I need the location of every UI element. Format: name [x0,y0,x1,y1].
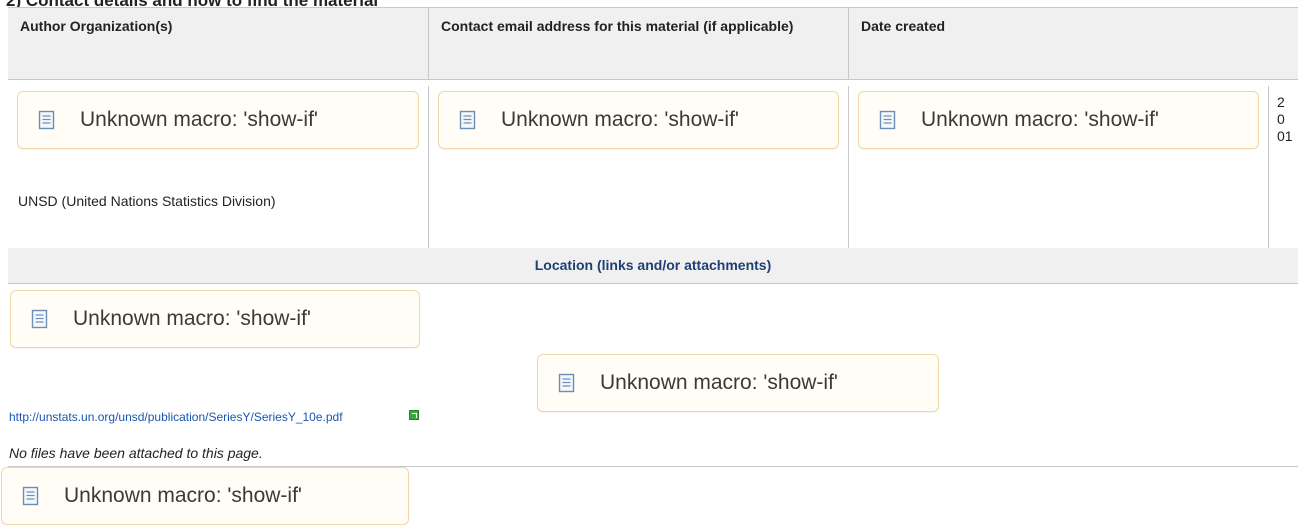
cell-contact-email: Unknown macro: 'show-if' [429,86,849,248]
unknown-macro-box: Unknown macro: 'show-if' [1,467,409,525]
unknown-macro-box: Unknown macro: 'show-if' [438,91,839,149]
publication-pdf-link[interactable]: http://unstats.un.org/unsd/publication/S… [9,410,343,424]
macro-scroll-icon [31,309,49,329]
unknown-macro-box: Unknown macro: 'show-if' [10,290,420,348]
macro-label: Unknown macro: 'show-if' [921,108,1159,131]
macro-scroll-icon [558,373,576,393]
macro-scroll-icon [879,110,897,130]
location-cell: Unknown macro: 'show-if' http://unstats.… [8,284,1298,467]
macro-label: Unknown macro: 'show-if' [80,108,318,131]
macro-label: Unknown macro: 'show-if' [501,108,739,131]
cell-date-created: Unknown macro: 'show-if' [849,86,1269,248]
header-contact-email: Contact email address for this material … [429,8,849,79]
date-fragment-line: 01 [1277,128,1293,144]
date-fragment-line: 0 [1277,111,1285,127]
macro-scroll-icon [459,110,477,130]
unknown-macro-box: Unknown macro: 'show-if' [17,91,419,149]
location-header-row: Location (links and/or attachments) [8,248,1298,284]
author-organization-value: UNSD (United Nations Statistics Division… [18,193,276,209]
date-fragment-line: 2 [1277,94,1285,110]
macro-label: Unknown macro: 'show-if' [64,484,302,507]
macro-label: Unknown macro: 'show-if' [73,307,311,330]
table-row: Unknown macro: 'show-if' UNSD (United Na… [8,86,1298,249]
external-link-icon[interactable] [409,410,419,420]
cell-date-fragment: 2 0 01 [1269,86,1298,248]
unknown-macro-box: Unknown macro: 'show-if' [858,91,1259,149]
table-header-row: Author Organization(s) Contact email add… [8,7,1298,80]
unknown-macro-box: Unknown macro: 'show-if' [537,354,939,412]
macro-scroll-icon [22,486,40,506]
macro-scroll-icon [38,110,56,130]
no-attachments-note: No files have been attached to this page… [9,445,263,461]
cell-author-organization: Unknown macro: 'show-if' UNSD (United Na… [8,86,429,248]
header-date-created: Date created [861,18,946,34]
macro-label: Unknown macro: 'show-if' [600,371,838,394]
header-author-organization: Author Organization(s) [8,8,429,79]
